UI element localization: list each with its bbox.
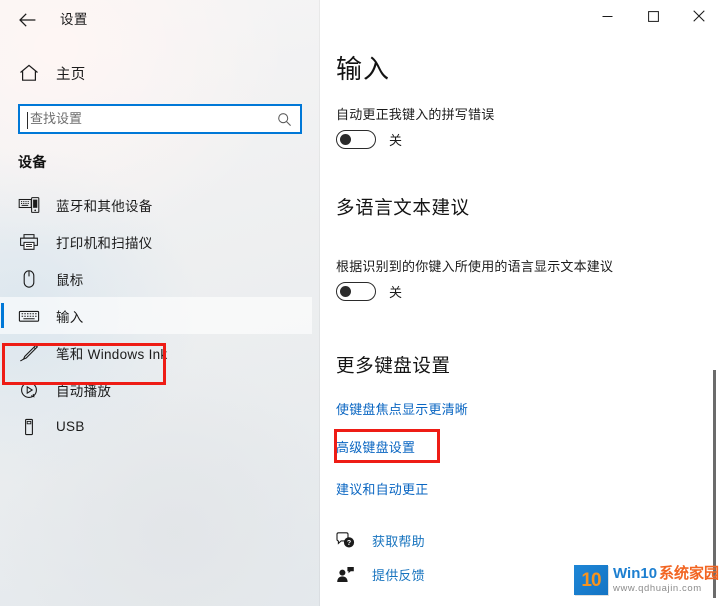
main-content: 输入 自动更正我键入的拼写错误 关 多语言文本建议 根据识别到的你键入所使用的语…	[320, 0, 722, 606]
sidebar-item-pen[interactable]: 笔和 Windows Ink	[0, 334, 312, 371]
search-magnifier-icon[interactable]	[277, 112, 292, 127]
home-label: 主页	[56, 66, 86, 83]
watermark-brand-line: Win10 系统家园	[613, 566, 719, 582]
give-feedback-link[interactable]: 提供反馈	[336, 565, 425, 584]
minimize-icon[interactable]	[584, 0, 630, 32]
autocorrect-toggle-state: 关	[389, 133, 403, 148]
link-keyboard-focus[interactable]: 使键盘焦点显示更清晰	[336, 399, 468, 418]
pen-icon	[20, 344, 39, 361]
window-controls	[584, 0, 722, 32]
multilingual-toggle-row: 关	[336, 282, 402, 301]
autocorrect-toggle[interactable]	[336, 130, 376, 149]
feedback-person-icon	[337, 567, 354, 582]
scrollbar-thumb[interactable]	[713, 370, 716, 598]
search-input[interactable]	[20, 107, 268, 131]
settings-window: 设置 主页 设备	[0, 0, 722, 606]
multilingual-toggle[interactable]	[336, 282, 376, 301]
search-box[interactable]	[18, 104, 302, 134]
give-feedback-label: 提供反馈	[372, 568, 425, 583]
maximize-icon[interactable]	[630, 0, 676, 32]
multilingual-heading: 多语言文本建议	[336, 197, 470, 218]
sidebar-group-heading: 设备	[18, 154, 47, 170]
more-keyboard-settings-heading: 更多键盘设置	[336, 355, 451, 376]
autocorrect-toggle-row: 关	[336, 130, 402, 149]
toggle-knob	[340, 286, 351, 297]
link-advanced-keyboard-settings[interactable]: 高级键盘设置	[336, 437, 415, 456]
sidebar-item-mouse[interactable]: 鼠标	[0, 260, 312, 297]
sidebar-item-bluetooth[interactable]: 蓝牙和其他设备	[0, 186, 312, 223]
usb-icon	[25, 418, 33, 435]
close-icon[interactable]	[676, 0, 722, 32]
sidebar: 设置 主页 设备	[0, 0, 320, 606]
vertical-scrollbar[interactable]	[713, 370, 716, 598]
sidebar-nav-list: 蓝牙和其他设备 打印机和扫描仪 鼠标 输入 笔和 Windows Ink 自动播…	[0, 186, 312, 445]
page-title: 输入	[336, 54, 391, 84]
sidebar-item-typing[interactable]: 输入	[0, 297, 312, 334]
help-bubble-icon: ?	[336, 532, 355, 548]
watermark-tile-text: 10	[581, 569, 601, 591]
sidebar-item-home[interactable]: 主页	[0, 56, 300, 90]
sidebar-item-label: USB	[56, 419, 85, 434]
toggle-knob	[340, 134, 351, 145]
sidebar-item-label: 笔和 Windows Ink	[56, 346, 168, 362]
watermark-url: www.qdhuajin.com	[613, 582, 702, 594]
sidebar-titlebar: 设置	[0, 0, 320, 44]
autoplay-icon	[21, 381, 37, 398]
watermark-tile-icon: 10	[574, 565, 608, 595]
watermark: 10 Win10 系统家园 www.qdhuajin.com	[574, 565, 719, 595]
sidebar-item-autoplay[interactable]: 自动播放	[0, 371, 312, 408]
mouse-icon	[23, 269, 35, 288]
home-icon	[20, 64, 38, 81]
link-suggestions-autocorrect[interactable]: 建议和自动更正	[336, 479, 428, 498]
bluetooth-devices-icon	[18, 196, 40, 213]
sidebar-item-printers[interactable]: 打印机和扫描仪	[0, 223, 312, 260]
multilingual-description: 根据识别到的你键入所使用的语言显示文本建议	[336, 259, 614, 274]
get-help-label: 获取帮助	[372, 534, 425, 549]
selection-accent-bar	[1, 303, 4, 328]
text-caret	[27, 112, 28, 129]
sidebar-item-label: 自动播放	[56, 383, 112, 399]
keyboard-icon	[18, 310, 40, 322]
autocorrect-description: 自动更正我键入的拼写错误	[336, 107, 495, 122]
sidebar-item-label: 蓝牙和其他设备	[56, 198, 153, 214]
multilingual-toggle-state: 关	[389, 285, 403, 300]
sidebar-item-label: 鼠标	[56, 272, 84, 288]
svg-text:?: ?	[347, 540, 351, 547]
app-title: 设置	[60, 12, 88, 27]
watermark-brand: Win10	[613, 565, 658, 583]
sidebar-item-usb[interactable]: USB	[0, 408, 312, 445]
back-arrow-icon[interactable]	[10, 5, 44, 35]
get-help-link[interactable]: ? 获取帮助	[336, 531, 425, 550]
watermark-brand-cn: 系统家园	[659, 565, 720, 583]
sidebar-item-label: 打印机和扫描仪	[56, 235, 153, 251]
watermark-text: Win10 系统家园 www.qdhuajin.com	[613, 566, 719, 594]
printer-icon	[20, 233, 38, 250]
sidebar-item-label: 输入	[56, 309, 84, 325]
